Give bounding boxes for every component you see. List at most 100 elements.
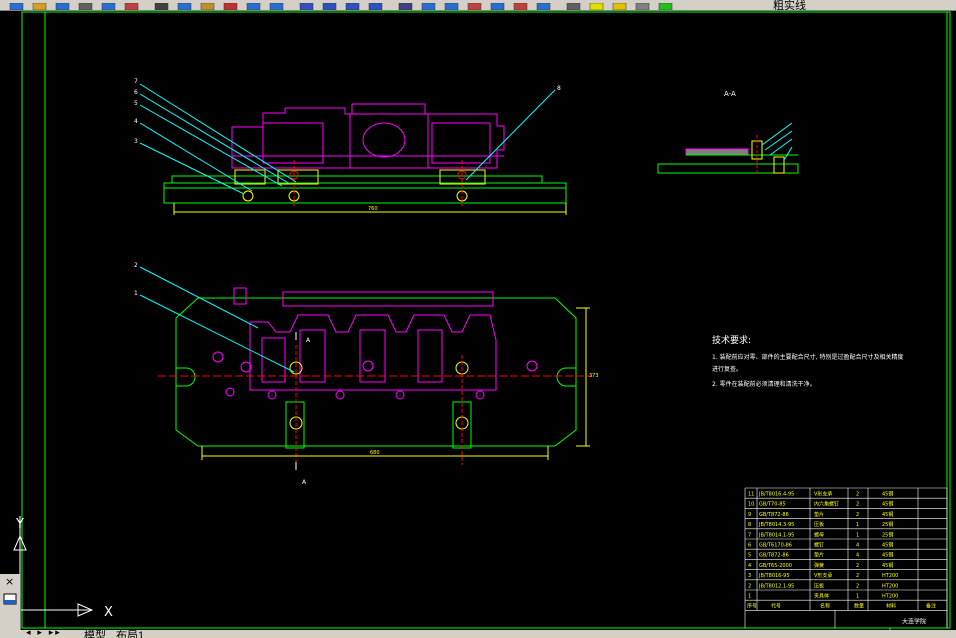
- open-icon[interactable]: [32, 2, 47, 10]
- paste-icon[interactable]: [200, 2, 215, 10]
- bom-cell-code: JB/T8014.3-95: [758, 522, 794, 528]
- tab-layout1[interactable]: 布局1: [116, 630, 144, 638]
- bom-cell-material: 45钢: [882, 542, 893, 549]
- designcenter-icon[interactable]: [421, 2, 436, 10]
- print-icon[interactable]: [78, 2, 93, 10]
- tech-line-1: 1. 装配前应对零、部件的主要配合尺寸, 特别是过盈配合尺寸及相关精度: [712, 353, 903, 361]
- bom-cell-no: 7: [748, 532, 751, 538]
- bom-cell-material: 45钢: [882, 511, 893, 518]
- bom-cell-code: GB/T70-85: [759, 502, 786, 508]
- elevation-view: 760 7 6 5 4 3 8: [134, 78, 567, 215]
- cut-icon[interactable]: [154, 2, 169, 10]
- section-base: [657, 163, 799, 174]
- bom-cell-no: 6: [748, 543, 751, 549]
- bom-cell-no: 8: [748, 522, 751, 528]
- new-icon[interactable]: [9, 2, 24, 10]
- bom-cell-material: 45钢: [882, 491, 893, 498]
- bom-cell-no: 10: [748, 502, 754, 508]
- bom-cell-material: HT200: [882, 583, 898, 589]
- callout-3: 3: [134, 138, 138, 145]
- help-icon[interactable]: [536, 2, 551, 10]
- bom-cell-name: 螺钉: [814, 542, 824, 549]
- match-icon[interactable]: [223, 2, 238, 10]
- bom-cell-qty: 4: [856, 553, 859, 559]
- lightbulb-icon[interactable]: [589, 2, 604, 10]
- ucs-x-label: X: [104, 605, 113, 620]
- markup-icon[interactable]: [490, 2, 505, 10]
- bom-cell-qty: 2: [856, 583, 859, 589]
- bom-cell-name: 垫片: [814, 552, 824, 559]
- sheetset-icon[interactable]: [467, 2, 482, 10]
- bom-cell-name: 内六角螺钉: [814, 501, 839, 508]
- tab-model[interactable]: 模型: [84, 630, 106, 638]
- bom-header-cell: 数量: [854, 603, 864, 610]
- section-marker-top: A: [306, 337, 311, 344]
- dimension-top-length: 760: [368, 206, 378, 212]
- layer-manager-icon[interactable]: [566, 2, 581, 10]
- bom-cell-qty: 2: [856, 563, 859, 569]
- bom-cell-qty: 1: [856, 522, 859, 528]
- tool-palette-panel[interactable]: ×: [0, 574, 21, 630]
- copy-icon[interactable]: [177, 2, 192, 10]
- bom-cell-code: GB/T6170-86: [759, 543, 792, 549]
- bom-cell-name: 夹具体: [814, 593, 829, 600]
- dimension-plan-height: 373: [589, 373, 599, 379]
- toolpalette-icon[interactable]: [444, 2, 459, 10]
- cad-drawing: 760 7 6 5 4 3 8 A-A A A 680 373 2 1 技术要求…: [13, 11, 951, 630]
- sun-icon[interactable]: [612, 2, 627, 10]
- bom-cell-material: 45钢: [882, 552, 893, 559]
- lock-icon[interactable]: [635, 2, 650, 10]
- ucs-y-label: Y: [15, 517, 24, 532]
- section-marker-bottom: A: [302, 479, 307, 486]
- tech-title: 技术要求:: [712, 334, 751, 346]
- bom-cell-no: 2: [748, 583, 751, 589]
- bom-cell-material: HT200: [882, 594, 898, 600]
- callout-6: 6: [134, 89, 138, 96]
- bom-cell-code: JB/T8016.4-95: [758, 492, 794, 498]
- bom-cell-name: 垫片: [814, 511, 824, 518]
- plan-view: A A 680 373 2 1: [134, 262, 599, 486]
- save-icon[interactable]: [55, 2, 70, 10]
- bom-cell-code: JB/T8016-95: [758, 573, 790, 579]
- bom-cell-no: 4: [748, 563, 751, 569]
- bom-cell-material: 25钢: [882, 531, 893, 538]
- callout-1: 1: [134, 290, 138, 297]
- bom-cell-code: JB/T8014.1-95: [758, 532, 794, 538]
- zoom-previous-icon[interactable]: [368, 2, 383, 10]
- dimension-plan-length: 680: [370, 450, 380, 456]
- publish-icon[interactable]: [124, 2, 139, 10]
- pan-icon[interactable]: [299, 2, 314, 10]
- section-label: A-A: [724, 90, 736, 98]
- drawing-frame-outer: [21, 11, 951, 629]
- bom-cell-qty: 2: [856, 512, 859, 518]
- bom-header-cell: 材料: [886, 603, 896, 610]
- callout-7: 7: [134, 78, 138, 85]
- undo-icon[interactable]: [246, 2, 261, 10]
- callout-2: 2: [134, 262, 138, 269]
- svg-text:×: ×: [5, 575, 14, 588]
- color-swatch-icon[interactable]: [658, 2, 673, 10]
- preview-icon[interactable]: [101, 2, 116, 10]
- calc-icon[interactable]: [513, 2, 528, 10]
- bom-header-cell: 名称: [820, 603, 830, 610]
- bom-cell-name: 弹簧: [814, 562, 824, 569]
- bom-cell-name: 压板: [814, 521, 824, 528]
- bom-cell-no: 11: [748, 492, 754, 498]
- zoom-realtime-icon[interactable]: [322, 2, 337, 10]
- fixture-body-outline: [175, 297, 577, 447]
- base-plate: [163, 182, 567, 204]
- title-school: 大连学院: [902, 617, 926, 625]
- zoom-window-icon[interactable]: [345, 2, 360, 10]
- drawing-canvas[interactable]: 760 7 6 5 4 3 8 A-A A A 680 373 2 1 技术要求…: [0, 10, 956, 630]
- redo-icon[interactable]: [269, 2, 284, 10]
- bom-table: 11 JB/T8016.4-95 V形支承 2 45钢10 GB/T70-85 内六角螺钉 2…: [744, 487, 948, 630]
- properties-icon[interactable]: [398, 2, 413, 10]
- bom-cell-qty: 1: [856, 594, 859, 600]
- tech-line-2: 进行复查。: [712, 365, 742, 373]
- bom-cell-name: 螺母: [814, 531, 824, 538]
- tab-nav-arrows[interactable]: ◂ ▸ ▸▸: [26, 630, 62, 638]
- bom-header-cell: 序号: [747, 603, 757, 610]
- bom-cell-material: 45钢: [882, 501, 893, 508]
- bom-cell-code: GB/T872-86: [759, 553, 789, 559]
- bom-cell-no: 9: [748, 512, 751, 518]
